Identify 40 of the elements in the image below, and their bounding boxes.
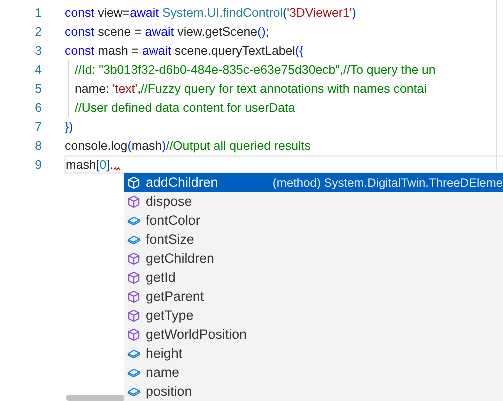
- line-number: 5: [34, 82, 43, 96]
- code-line: const scene = await view.getScene();: [65, 24, 270, 38]
- suggestion-item[interactable]: addChildren (method) System.DigitalTwin.ThreeDEleme: [124, 173, 503, 192]
- error-squiggle: [114, 167, 120, 171]
- suggestion-item[interactable]: name: [124, 363, 503, 382]
- line-number: 9: [34, 158, 43, 172]
- code-line: const view=await System.UI.findControl('3DViewer1'): [65, 6, 356, 20]
- suggestion-item[interactable]: getId: [124, 268, 503, 287]
- code-line: console.log(mash)//Output all queried results: [65, 138, 311, 152]
- suggestion-item[interactable]: getChildren: [124, 249, 503, 268]
- suggestion-item[interactable]: getParent: [124, 287, 503, 306]
- suggestion-detail: (method) System.DigitalTwin.ThreeDEleme: [272, 176, 503, 190]
- suggestion-item[interactable]: fontSize: [124, 230, 503, 249]
- code-line: mash[0].: [66, 158, 114, 172]
- cube-icon: [127, 176, 141, 190]
- cube-icon: [127, 290, 141, 304]
- line-number: 8: [34, 138, 43, 152]
- code-line: //Id: "3b013f32-d6b0-484e-835c-e63e75d30ecb",//To query the un: [75, 62, 436, 76]
- suggestion-item[interactable]: height: [124, 344, 503, 363]
- suggestion-item[interactable]: getWorldPosition: [124, 325, 503, 344]
- code-line: //User defined data content for userData: [75, 100, 296, 114]
- line-number: 6: [34, 100, 43, 114]
- cube-icon: [127, 194, 141, 208]
- code-line: const mash = await scene.queryTextLabel({: [65, 44, 304, 58]
- code-line: name: 'text',//Fuzzy query for text annotations with names contai: [75, 82, 427, 96]
- line-number: 4: [34, 62, 43, 76]
- line-number: 2: [34, 24, 43, 38]
- code-line: }): [65, 120, 74, 134]
- line-number: 7: [34, 120, 43, 134]
- cube-icon: [127, 252, 141, 266]
- line-number: 3: [34, 44, 43, 58]
- horizontal-scrollbar[interactable]: [66, 395, 126, 401]
- suggestion-item[interactable]: fontColor: [124, 211, 503, 230]
- cube-icon: [127, 308, 141, 322]
- cube-icon: [127, 328, 141, 342]
- line-number: 1: [34, 6, 43, 20]
- suggestion-item[interactable]: position: [124, 382, 503, 401]
- suggestion-item[interactable]: dispose: [124, 192, 503, 211]
- cube-icon: [127, 270, 141, 284]
- suggestion-item[interactable]: getType: [124, 306, 503, 325]
